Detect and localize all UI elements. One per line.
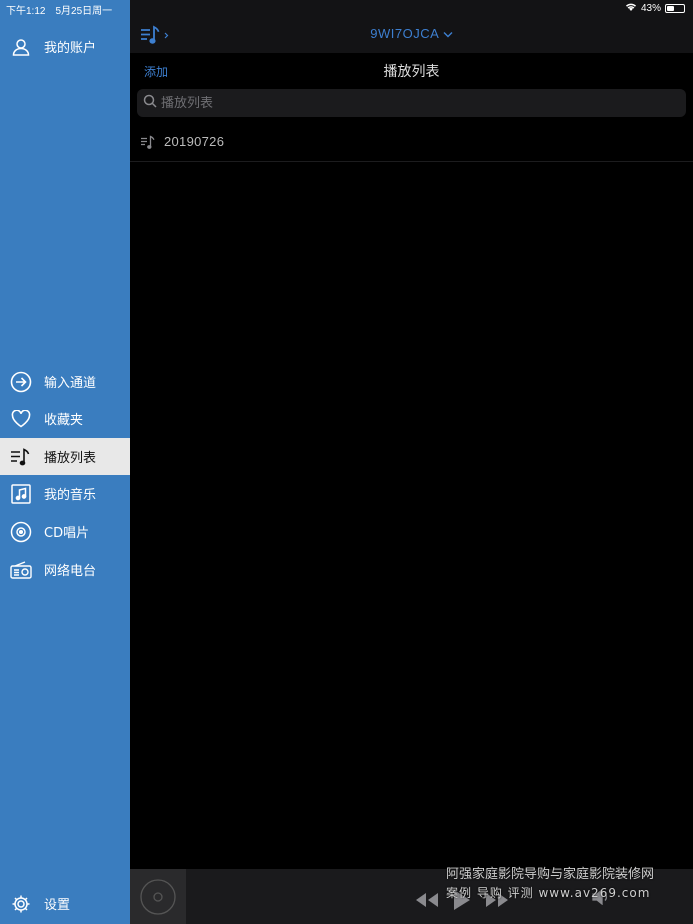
status-date: 5月25日周一 [55, 6, 113, 17]
radio-icon [10, 559, 32, 581]
sidebar-item-account[interactable]: 我的账户 [0, 28, 130, 65]
sidebar-item-label: CD唱片 [44, 526, 90, 541]
user-icon [10, 36, 32, 58]
status-time-date: 下午1:12 5月25日周一 [6, 2, 122, 17]
wifi-icon [625, 2, 637, 14]
top-bar: 43% 9WI7OJCA [130, 0, 693, 53]
page-title: 播放列表 [383, 64, 440, 80]
status-indicators: 43% [625, 2, 685, 14]
status-time: 下午1:12 [6, 6, 46, 17]
search-input[interactable] [161, 95, 661, 111]
battery-percent: 43% [640, 2, 661, 14]
sidebar-item-radio[interactable]: 网络电台 [0, 551, 130, 588]
music-note-icon [10, 483, 32, 505]
device-selector[interactable]: 9WI7OJCA [130, 26, 693, 41]
main-panel: 43% 9WI7OJCA 添加 播放列表 20190726 [130, 0, 693, 924]
playlist-icon [140, 134, 156, 149]
device-name: 9WI7OJCA [370, 26, 439, 41]
sidebar-item-input[interactable]: 输入通道 [0, 363, 130, 400]
sidebar-item-favorites[interactable]: 收藏夹 [0, 400, 130, 437]
sidebar: 下午1:12 5月25日周一 我的账户 输入通道 收藏夹 播放列表 我的音乐 C… [0, 0, 130, 924]
sidebar-item-label: 我的账户 [44, 41, 97, 56]
sidebar-item-cd[interactable]: CD唱片 [0, 513, 130, 550]
sidebar-item-label: 我的音乐 [44, 488, 97, 503]
chevron-down-icon [443, 26, 453, 41]
watermark-line-2: 案例 导购 评测 www.av269.com [446, 886, 651, 900]
sidebar-item-my-music[interactable]: 我的音乐 [0, 475, 130, 512]
playlist-list: 20190726 [130, 122, 693, 162]
sidebar-item-label: 播放列表 [44, 451, 97, 466]
watermark-line-1: 阿强家庭影院导购与家庭影院装修网 [446, 867, 655, 882]
disc-icon [10, 521, 32, 543]
disc-placeholder-icon [140, 878, 176, 915]
page-header: 添加 播放列表 [130, 53, 693, 87]
arrow-circle-icon [10, 371, 32, 393]
sidebar-item-label: 输入通道 [44, 376, 97, 391]
playlist-name: 20190726 [164, 134, 225, 149]
sidebar-item-label: 收藏夹 [44, 413, 84, 428]
album-art[interactable] [130, 869, 186, 924]
search-icon [143, 94, 157, 113]
search-bar[interactable] [137, 89, 686, 117]
playlist-icon [10, 446, 32, 468]
rewind-icon [416, 893, 438, 907]
heart-icon [10, 408, 32, 430]
watermark: 阿强家庭影院导购与家庭影院装修网 案例 导购 评测 www.av269.com [446, 866, 654, 902]
previous-button[interactable] [415, 892, 439, 913]
sidebar-item-playlist[interactable]: 播放列表 [0, 438, 130, 475]
list-item[interactable]: 20190726 [130, 122, 693, 162]
battery-icon [665, 3, 685, 13]
sidebar-item-label: 设置 [44, 898, 71, 913]
sidebar-item-label: 网络电台 [44, 564, 97, 579]
sidebar-item-settings[interactable]: 设置 [0, 885, 130, 922]
gear-icon [10, 893, 32, 915]
